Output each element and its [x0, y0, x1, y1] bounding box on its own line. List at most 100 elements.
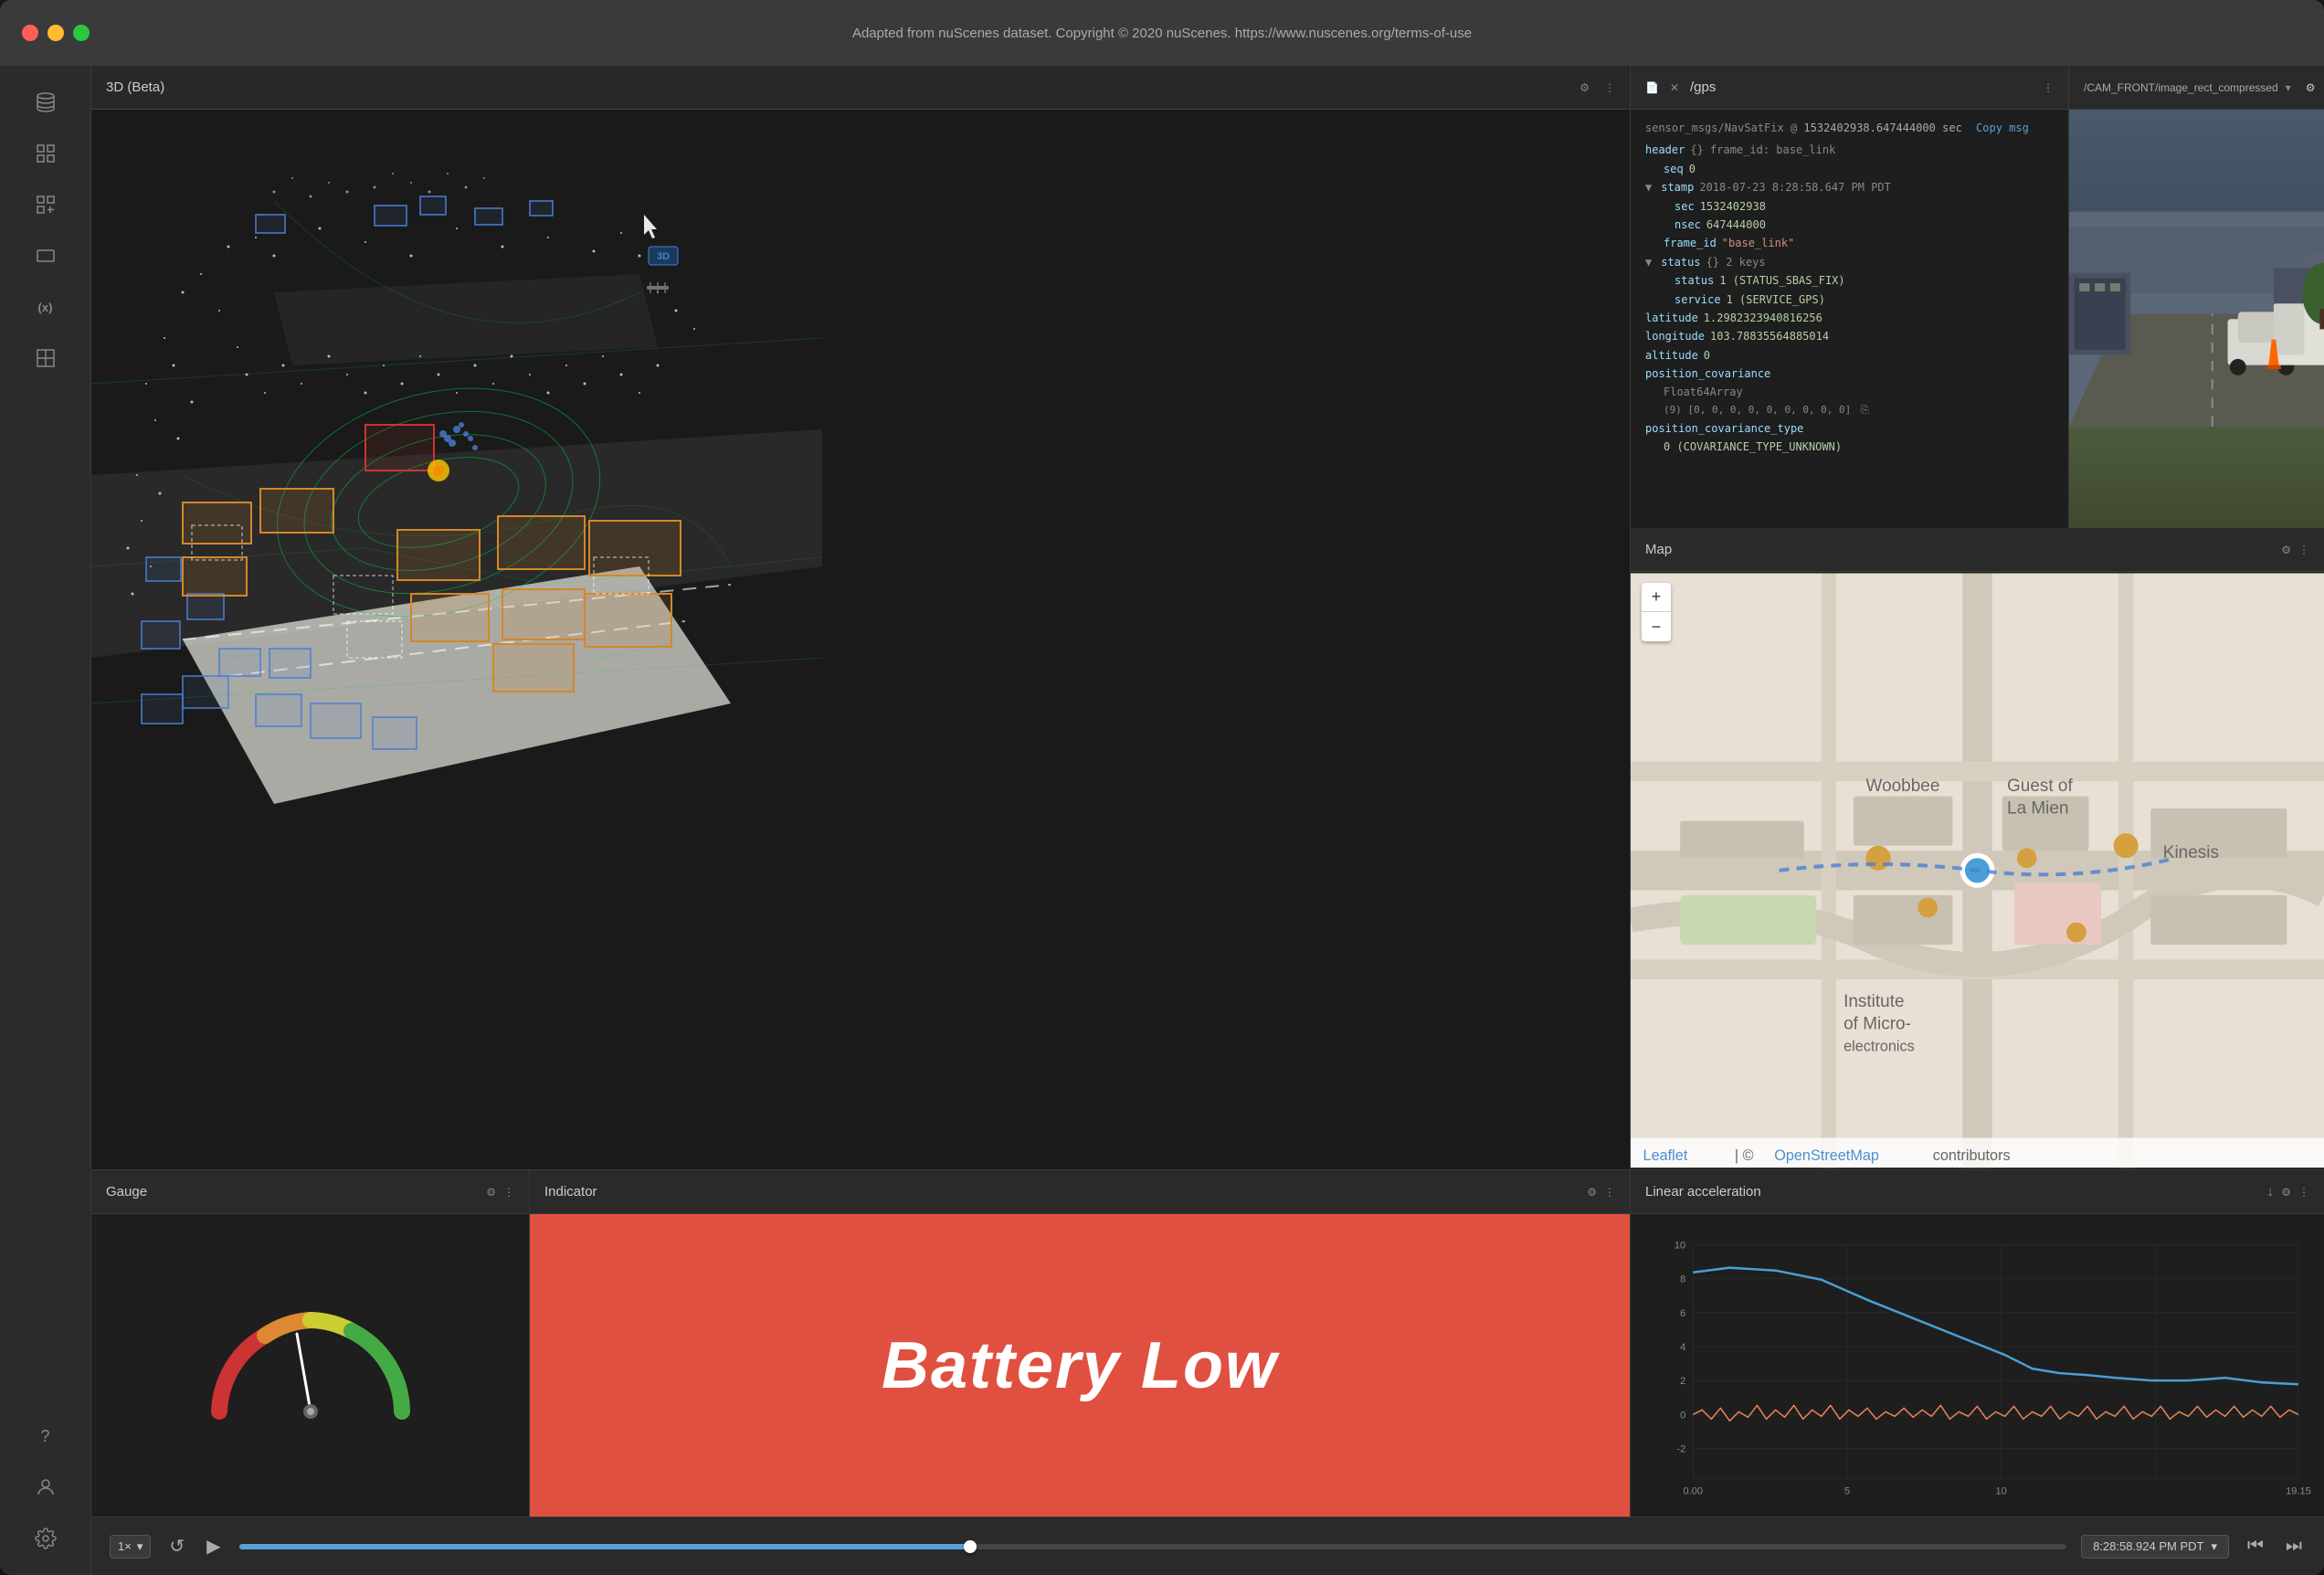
- speed-selector[interactable]: 1× ▾: [110, 1535, 151, 1559]
- map-svg: Woobbee Guest of La Mien Institute of Mi…: [1631, 572, 2324, 1169]
- svg-text:Guest of: Guest of: [2007, 777, 2073, 796]
- map-content: Woobbee Guest of La Mien Institute of Mi…: [1631, 572, 2324, 1169]
- indicator-more-icon[interactable]: ⋮: [1604, 1186, 1615, 1199]
- viewport-header: 3D (Beta) ⚙ ⋮: [91, 66, 1630, 110]
- chart-gear-icon[interactable]: ⚙: [2281, 1186, 2291, 1199]
- map-gear-icon[interactable]: ⚙: [2281, 544, 2291, 556]
- indicator-panel: Indicator ⚙ ⋮ Battery Low: [530, 1170, 1630, 1517]
- sidebar-item-settings[interactable]: [24, 1517, 68, 1560]
- gps-more-icon[interactable]: ⋮: [2043, 81, 2054, 94]
- pos-cov-val-row: Float64Array: [1645, 383, 2054, 401]
- progress-bar[interactable]: [239, 1544, 2067, 1549]
- camera-gear-icon[interactable]: ⚙: [2306, 81, 2316, 94]
- svg-text:10: 10: [1674, 1241, 1685, 1252]
- svg-text:2: 2: [1680, 1376, 1685, 1387]
- app-window: Adapted from nuScenes dataset. Copyright…: [0, 0, 2324, 1575]
- viewport-gear-icon[interactable]: ⚙: [1579, 81, 1590, 94]
- map-zoom-controls: + −: [1642, 583, 1671, 641]
- copy-msg-btn[interactable]: Copy msg: [1976, 122, 2029, 134]
- gauge-more-icon[interactable]: ⋮: [503, 1186, 514, 1199]
- sidebar-item-variable[interactable]: (x): [24, 285, 68, 329]
- indicator-gear-icon[interactable]: ⚙: [1587, 1186, 1597, 1199]
- gps-data-content: sensor_msgs/NavSatFix @ 1532402938.64744…: [1631, 110, 2069, 528]
- main-content: (x) ?: [0, 66, 2324, 1575]
- close-button[interactable]: [22, 25, 38, 41]
- maximize-button[interactable]: [73, 25, 90, 41]
- svg-text:0: 0: [1680, 1410, 1685, 1421]
- chart-more-icon[interactable]: ⋮: [2298, 1186, 2309, 1199]
- stamp-row: ▼ stamp 2018-07-23 8:28:58.647 PM PDT: [1645, 178, 2054, 196]
- map-more-icon[interactable]: ⋮: [2298, 544, 2309, 556]
- svg-text:19.15: 19.15: [2286, 1486, 2311, 1497]
- scene-svg: 3D: [91, 110, 1630, 1169]
- timestamp-value: 8:28:58.924 PM PDT: [2093, 1539, 2203, 1553]
- sidebar-item-frame[interactable]: [24, 234, 68, 278]
- camera-dropdown-icon[interactable]: ▾: [2286, 81, 2291, 94]
- skip-back-button[interactable]: ⏮: [2244, 1532, 2267, 1560]
- camera-panel-header: /CAM_FRONT/image_rect_compressed ▾ ⚙ ⋮: [2069, 66, 2324, 110]
- camera-view: [2069, 110, 2324, 528]
- svg-text:Institute: Institute: [1843, 992, 1904, 1011]
- copy-array-icon[interactable]: ⎘: [1861, 404, 1869, 416]
- minimize-button[interactable]: [48, 25, 64, 41]
- svg-text:3D: 3D: [657, 251, 670, 262]
- sec-row: sec 1532402938: [1645, 197, 2054, 216]
- right-panels: 📄 ✕ /gps ⋮ sensor_msgs/NavSatFix @ 15324…: [1630, 66, 2324, 1169]
- playback-bar: 1× ▾ ↺ ▶ 8:28:58.924 PM PDT ▾ ⏮ ⏭: [91, 1517, 2324, 1575]
- gps-panel-header: 📄 ✕ /gps ⋮: [1631, 66, 2068, 110]
- svg-text:-2: -2: [1676, 1443, 1685, 1454]
- sidebar-item-user[interactable]: [24, 1465, 68, 1509]
- sidebar-item-grid[interactable]: [24, 132, 68, 175]
- svg-text:Kinesis: Kinesis: [2163, 844, 2219, 863]
- chart-download-icon[interactable]: ↓: [2266, 1184, 2274, 1200]
- skip-forward-button[interactable]: ⏭: [2282, 1532, 2306, 1560]
- sidebar-item-database[interactable]: [24, 80, 68, 124]
- svg-text:Woobbee: Woobbee: [1866, 777, 1940, 796]
- battery-low-alert: Battery Low: [882, 1328, 1278, 1403]
- sidebar-item-help[interactable]: ?: [24, 1414, 68, 1458]
- svg-text:| ©: | ©: [1735, 1147, 1754, 1164]
- camera-path: /CAM_FRONT/image_rect_compressed: [2084, 81, 2278, 94]
- svg-text:10: 10: [1995, 1486, 2006, 1497]
- timestamp-chevron-icon: ▾: [2211, 1539, 2217, 1554]
- pos-cov-detail-row: (9) [0, 0, 0, 0, 0, 0, 0, 0, 0] ⎘: [1645, 402, 2054, 419]
- sidebar-item-grid2[interactable]: [24, 336, 68, 380]
- map-panel-header: Map ⚙ ⋮: [1631, 528, 2324, 572]
- longitude-row: longitude 103.78835564885014: [1645, 327, 2054, 345]
- map-zoom-out-button[interactable]: −: [1642, 612, 1671, 641]
- timestamp-selector[interactable]: 8:28:58.924 PM PDT ▾: [2081, 1535, 2229, 1559]
- service-row: service 1 (SERVICE_GPS): [1645, 291, 2054, 309]
- gauge-panel-header: Gauge ⚙ ⋮: [91, 1170, 529, 1214]
- gps-camera-row: 📄 ✕ /gps ⋮ sensor_msgs/NavSatFix @ 15324…: [1631, 66, 2324, 528]
- chart-content: 10 8 6 4 2 0 -2 0.00 5: [1631, 1214, 2324, 1523]
- loop-button[interactable]: ↺: [165, 1531, 188, 1561]
- map-panel: Map ⚙ ⋮: [1631, 528, 2324, 1169]
- svg-text:Leaflet: Leaflet: [1643, 1147, 1688, 1164]
- chart-panel-header: Linear acceleration ↓ ⚙ ⋮: [1631, 1170, 2324, 1214]
- frame-id-row: frame_id "base_link": [1645, 234, 2054, 252]
- viewport-more-icon[interactable]: ⋮: [1604, 81, 1615, 94]
- svg-text:La Mien: La Mien: [2007, 799, 2068, 819]
- svg-text:4: 4: [1680, 1342, 1685, 1353]
- traffic-lights: [22, 25, 90, 41]
- svg-text:contributors: contributors: [1933, 1147, 2011, 1164]
- pos-cov-type-val-row: 0 (COVARIANCE_TYPE_UNKNOWN): [1645, 438, 2054, 456]
- bottom-panels: Gauge ⚙ ⋮: [91, 1169, 2324, 1517]
- latitude-row: latitude 1.2982323940816256: [1645, 309, 2054, 327]
- svg-text:of Micro-: of Micro-: [1843, 1015, 1911, 1034]
- progress-thumb[interactable]: [964, 1540, 977, 1553]
- gps-source: sensor_msgs/NavSatFix @ 1532402938.64744…: [1645, 119, 2054, 137]
- status-status-row: status 1 (STATUS_SBAS_FIX): [1645, 271, 2054, 290]
- gauge-gear-icon[interactable]: ⚙: [486, 1186, 496, 1199]
- pos-cov-type-row: position_covariance_type: [1645, 419, 2054, 438]
- panel-area: 3D (Beta) ⚙ ⋮: [91, 66, 2324, 1575]
- speed-chevron-icon: ▾: [137, 1539, 143, 1554]
- gps-title: /gps: [1690, 79, 2032, 95]
- play-button[interactable]: ▶: [203, 1531, 224, 1561]
- svg-text:0.00: 0.00: [1684, 1486, 1703, 1497]
- map-zoom-in-button[interactable]: +: [1642, 583, 1671, 612]
- svg-text:8: 8: [1680, 1274, 1685, 1285]
- sidebar-item-add[interactable]: [24, 183, 68, 227]
- gauge-panel: Gauge ⚙ ⋮: [91, 1170, 530, 1517]
- gps-close-icon[interactable]: ✕: [1670, 81, 1679, 94]
